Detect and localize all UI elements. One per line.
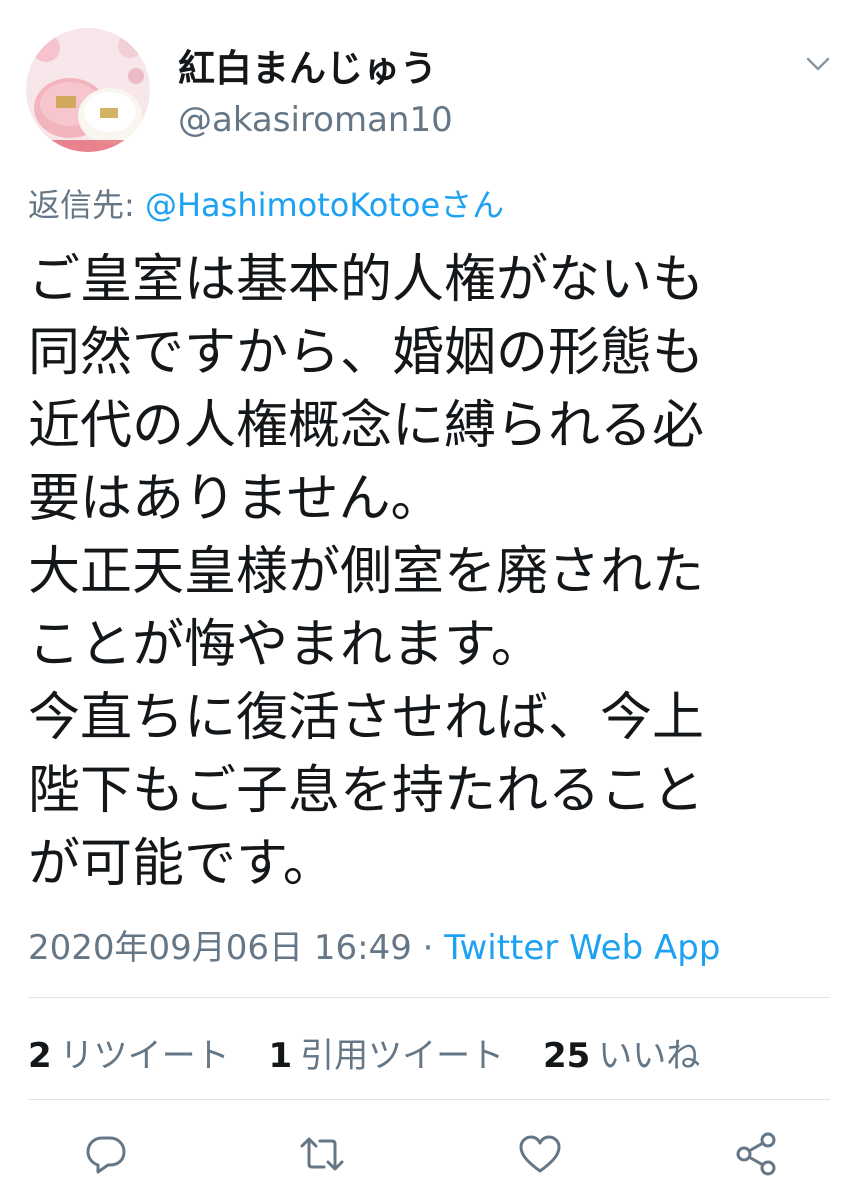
action-bar: [0, 1130, 858, 1180]
tweet-text-line: 陛下もご子息を持たれること: [28, 761, 705, 821]
avatar[interactable]: [26, 28, 150, 152]
reply-icon[interactable]: [82, 1130, 130, 1178]
tweet-meta: 2020年09月06日 16:49 · Twitter Web App: [28, 920, 720, 969]
tweet-text-line: 大正天皇様が側室を廃された: [28, 542, 705, 602]
tweet-text-line: ご皇室は基本的人権がないも: [28, 250, 705, 310]
retweet-count: 2: [28, 1036, 52, 1076]
quote-count: 1: [268, 1036, 293, 1076]
user-handle[interactable]: @akasiroman10: [178, 100, 453, 140]
chevron-down-icon[interactable]: [802, 50, 834, 78]
quote-count-link[interactable]: 1 引用ツイート: [268, 1028, 504, 1077]
like-label: いいね: [598, 1036, 701, 1076]
divider: [28, 1099, 830, 1100]
retweet-label: リツイート: [59, 1036, 230, 1076]
like-count-link[interactable]: 25 いいね: [543, 1028, 700, 1077]
tweet-text-line: が可能です。: [28, 834, 335, 894]
tweet-text-line: 今直ちに復活させれば、今上: [28, 688, 705, 748]
tweet-stats: 2 リツイート 1 引用ツイート 25 いいね: [28, 1028, 728, 1077]
divider: [28, 997, 830, 998]
like-icon[interactable]: [516, 1130, 564, 1178]
reply-prefix: 返信先:: [28, 186, 145, 224]
tweet-text-line: 要はありません。: [28, 469, 443, 529]
tweet: 紅白まんじゅう @akasiroman10 返信先: @HashimotoKot…: [0, 0, 858, 1200]
retweet-count-link[interactable]: 2 リツイート: [28, 1028, 230, 1077]
share-icon[interactable]: [732, 1130, 780, 1178]
display-name[interactable]: 紅白まんじゅう: [178, 38, 437, 92]
quote-label: 引用ツイート: [300, 1036, 505, 1076]
retweet-icon[interactable]: [298, 1130, 346, 1178]
tweet-text-line: 近代の人権概念に縛られる必: [28, 396, 705, 456]
source-link[interactable]: Twitter Web App: [444, 928, 720, 968]
meta-separator: ·: [411, 928, 445, 968]
tweet-text-line: ことが悔やまれます。: [28, 615, 543, 675]
tweet-text: ご皇室は基本的人権がないも 同然ですから、婚姻の形態も 近代の人権概念に縛られる…: [28, 244, 828, 901]
tweet-text-line: 同然ですから、婚姻の形態も: [28, 323, 705, 383]
timestamp[interactable]: 2020年09月06日 16:49: [28, 928, 412, 968]
avatar-image: [26, 28, 150, 152]
reply-mention-link[interactable]: @HashimotoKotoeさん: [145, 186, 504, 224]
like-count: 25: [542, 1036, 591, 1076]
reply-context: 返信先: @HashimotoKotoeさん: [28, 180, 504, 226]
